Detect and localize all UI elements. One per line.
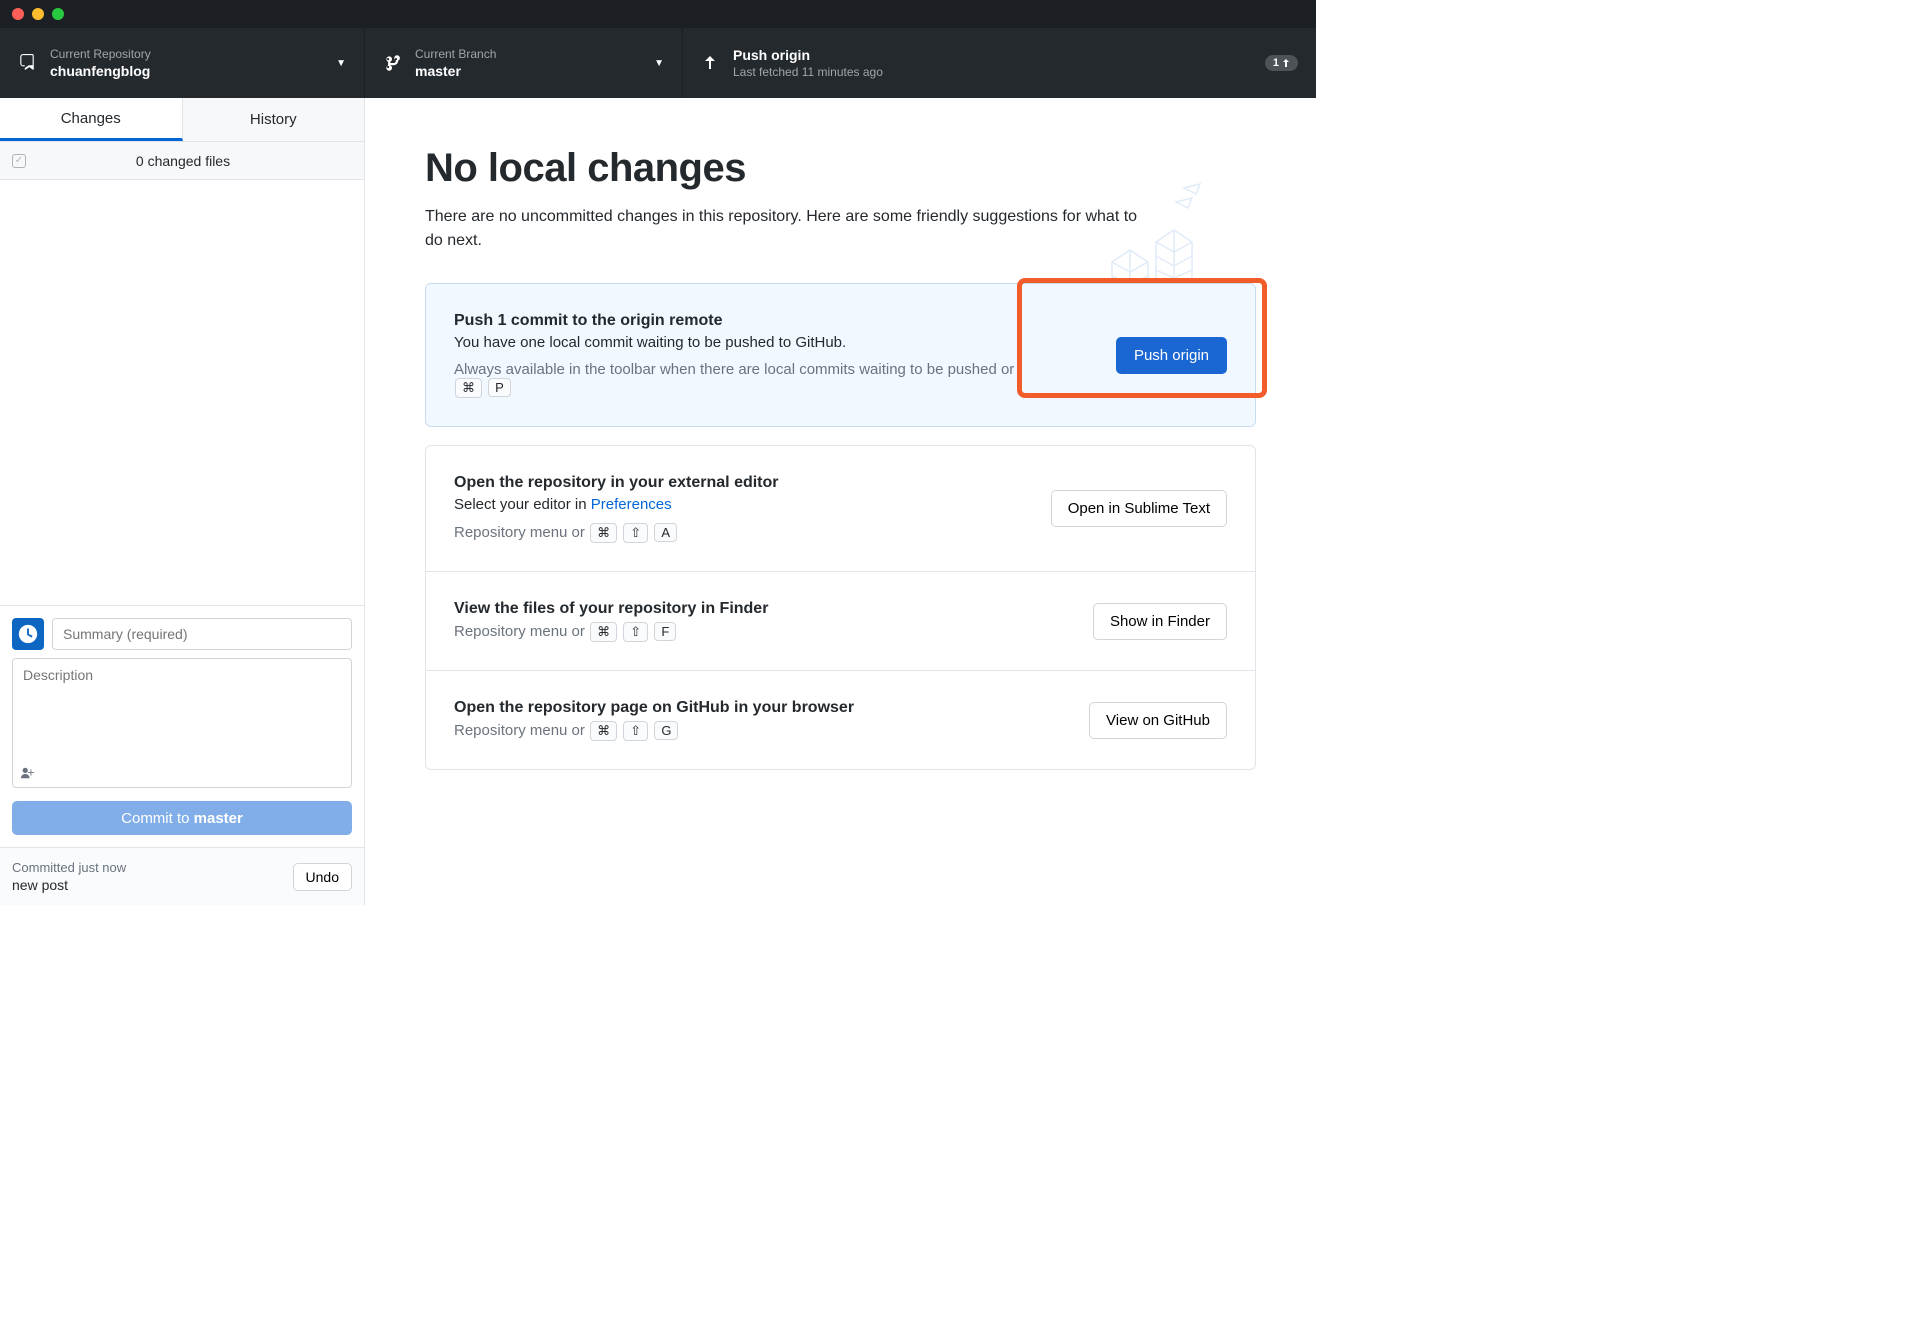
last-commit-time: Committed just now — [12, 860, 126, 875]
finder-card-hint: Repository menu or ⌘ ⇧ F — [454, 622, 768, 642]
branch-dropdown-value: master — [415, 63, 640, 79]
view-on-github-card: Open the repository page on GitHub in yo… — [426, 671, 1255, 769]
github-card-title: Open the repository page on GitHub in yo… — [454, 699, 854, 717]
open-editor-card: Open the repository in your external edi… — [426, 446, 1255, 572]
window-minimize-button[interactable] — [32, 8, 44, 20]
tab-history[interactable]: History — [183, 98, 365, 141]
last-commit-message: new post — [12, 877, 126, 893]
add-coauthor-icon[interactable] — [20, 766, 34, 783]
window-close-button[interactable] — [12, 8, 24, 20]
editor-card-desc: Select your editor in Preferences — [454, 496, 779, 513]
view-on-github-button[interactable]: View on GitHub — [1089, 702, 1227, 739]
github-card-hint: Repository menu or ⌘ ⇧ G — [454, 721, 854, 741]
sidebar-tabs: Changes History — [0, 98, 364, 142]
undo-commit-row: Committed just now new post Undo — [0, 847, 364, 905]
changes-list-header: ✓ 0 changed files — [0, 142, 364, 180]
avatar — [12, 618, 44, 650]
page-subtitle: There are no uncommitted changes in this… — [425, 205, 1145, 253]
push-card-desc: You have one local commit waiting to be … — [454, 334, 1014, 351]
chevron-down-icon: ▼ — [336, 58, 346, 69]
kbd-shift: ⇧ — [623, 721, 648, 741]
repo-dropdown-label: Current Repository — [50, 47, 322, 61]
editor-card-hint: Repository menu or ⌘ ⇧ A — [454, 523, 779, 543]
current-branch-dropdown[interactable]: Current Branch master ▼ — [365, 28, 683, 98]
suggestion-card-stack: Open the repository in your external edi… — [425, 445, 1256, 770]
tab-changes[interactable]: Changes — [0, 98, 183, 141]
kbd-cmd: ⌘ — [590, 721, 617, 741]
push-origin-toolbar-button[interactable]: Push origin Last fetched 11 minutes ago … — [683, 28, 1316, 98]
branch-dropdown-label: Current Branch — [415, 47, 640, 61]
kbd-cmd: ⌘ — [455, 378, 482, 398]
arrow-up-icon — [701, 54, 719, 72]
repo-icon — [18, 54, 36, 72]
window-maximize-button[interactable] — [52, 8, 64, 20]
decorative-illustration — [1106, 182, 1216, 292]
commit-button[interactable]: Commit to master — [12, 801, 352, 835]
kbd-shift: ⇧ — [623, 523, 648, 543]
preferences-link[interactable]: Preferences — [591, 496, 672, 513]
main-panel: No local changes There are no uncommitte… — [365, 98, 1316, 905]
kbd-a: A — [654, 523, 677, 542]
chevron-down-icon: ▼ — [654, 58, 664, 69]
window-titlebar — [0, 0, 1316, 28]
kbd-f: F — [654, 622, 676, 641]
kbd-cmd: ⌘ — [590, 622, 617, 642]
push-suggestion-card: Push 1 commit to the origin remote You h… — [425, 283, 1256, 427]
kbd-shift: ⇧ — [623, 622, 648, 642]
kbd-cmd: ⌘ — [590, 523, 617, 543]
kbd-g: G — [654, 721, 678, 740]
summary-input[interactable] — [52, 618, 352, 650]
changed-files-count: 0 changed files — [14, 153, 352, 169]
description-input[interactable] — [12, 658, 352, 788]
show-in-finder-card: View the files of your repository in Fin… — [426, 572, 1255, 671]
show-in-finder-button[interactable]: Show in Finder — [1093, 603, 1227, 640]
push-toolbar-sub: Last fetched 11 minutes ago — [733, 65, 1251, 79]
push-toolbar-label: Push origin — [733, 47, 1251, 63]
repo-dropdown-value: chuanfengblog — [50, 63, 322, 79]
changes-list — [0, 180, 364, 605]
finder-card-title: View the files of your repository in Fin… — [454, 600, 768, 618]
editor-card-title: Open the repository in your external edi… — [454, 474, 779, 492]
push-card-title: Push 1 commit to the origin remote — [454, 312, 1014, 330]
open-in-editor-button[interactable]: Open in Sublime Text — [1051, 490, 1227, 527]
app-toolbar: Current Repository chuanfengblog ▼ Curre… — [0, 28, 1316, 98]
current-repository-dropdown[interactable]: Current Repository chuanfengblog ▼ — [0, 28, 365, 98]
push-badge-count: 1 — [1273, 57, 1279, 69]
push-origin-button[interactable]: Push origin — [1116, 337, 1227, 374]
kbd-p: P — [488, 378, 511, 397]
git-branch-icon — [383, 54, 401, 72]
push-card-hint: Always available in the toolbar when the… — [454, 361, 1014, 398]
push-count-badge: 1 — [1265, 55, 1298, 71]
undo-button[interactable]: Undo — [293, 863, 352, 891]
commit-form: Commit to master — [0, 605, 364, 847]
sidebar: Changes History ✓ 0 changed files Comm — [0, 98, 365, 905]
